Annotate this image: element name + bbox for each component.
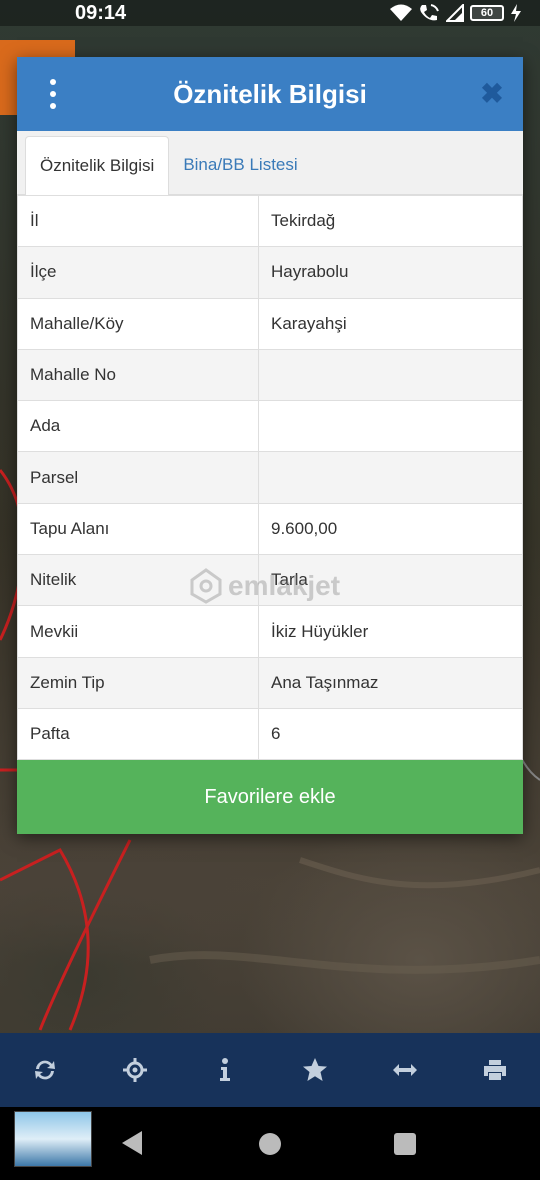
row-key: Pafta	[17, 707, 259, 761]
row-key: Mahalle/Köy	[17, 297, 259, 350]
row-value: Karayahşi	[258, 297, 523, 350]
dialog-header: Öznitelik Bilgisi ✖	[17, 57, 523, 131]
table-row: Tapu Alanı 9.600,00	[17, 502, 523, 556]
battery-icon: 60	[470, 5, 504, 21]
row-key: Ada	[17, 400, 259, 453]
signal-icon	[446, 4, 464, 22]
table-row: İl Tekirdağ	[17, 194, 523, 248]
status-time: 09:14	[75, 1, 127, 24]
attribute-dialog: Öznitelik Bilgisi ✖ Öznitelik Bilgisi Bi…	[17, 57, 523, 834]
row-value: Hayrabolu	[258, 246, 523, 299]
row-value: Tekirdağ	[258, 194, 523, 248]
row-value: İkiz Hüyükler	[258, 605, 523, 658]
wifi-icon	[390, 4, 412, 21]
status-icons: 60	[390, 3, 522, 23]
tab-building-list[interactable]: Bina/BB Listesi	[169, 136, 311, 194]
more-menu-icon[interactable]	[41, 79, 65, 109]
bottom-toolbar	[0, 1033, 540, 1107]
tab-bar: Öznitelik Bilgisi Bina/BB Listesi	[17, 131, 523, 195]
table-row: İlçe Hayrabolu	[17, 246, 523, 299]
row-key: Nitelik	[17, 554, 259, 607]
refresh-icon[interactable]	[20, 1045, 70, 1095]
charging-icon	[511, 4, 521, 22]
table-row: Pafta 6	[17, 707, 523, 761]
row-key: Mevkii	[17, 605, 259, 658]
row-key: İl	[17, 194, 259, 248]
row-value: 9.600,00	[258, 502, 523, 556]
recents-nav-icon[interactable]	[394, 1133, 416, 1155]
row-value	[258, 348, 523, 402]
back-nav-icon[interactable]	[122, 1131, 142, 1155]
row-value	[258, 451, 523, 504]
call-wifi-icon	[420, 4, 439, 21]
star-icon[interactable]	[290, 1045, 340, 1095]
table-row: Mahalle No	[17, 348, 523, 402]
row-key: Zemin Tip	[17, 656, 259, 709]
table-row: Parsel	[17, 451, 523, 504]
table-row: Mahalle/Köy Karayahşi	[17, 297, 523, 350]
attribute-table: İl Tekirdağ İlçe Hayrabolu Mahalle/Köy K…	[17, 194, 523, 761]
row-value: Ana Taşınmaz	[258, 656, 523, 709]
tab-attribute-info[interactable]: Öznitelik Bilgisi	[25, 136, 170, 195]
row-key: Mahalle No	[17, 348, 259, 402]
row-key: İlçe	[17, 246, 259, 299]
row-value: Tarla	[258, 554, 523, 607]
table-row: Zemin Tip Ana Taşınmaz	[17, 656, 523, 709]
row-value	[258, 400, 523, 453]
dialog-title: Öznitelik Bilgisi	[173, 78, 367, 109]
close-icon[interactable]: ✖	[479, 80, 505, 108]
add-favorite-button[interactable]: Favorilere ekle	[17, 760, 523, 834]
table-row: Ada	[17, 400, 523, 453]
print-icon[interactable]	[470, 1045, 520, 1095]
status-bar: 09:14 60	[0, 0, 540, 26]
home-nav-icon[interactable]	[259, 1133, 281, 1155]
info-icon[interactable]	[200, 1045, 250, 1095]
row-key: Parsel	[17, 451, 259, 504]
measure-icon[interactable]	[380, 1045, 430, 1095]
row-key: Tapu Alanı	[17, 502, 259, 556]
recent-app-thumbnail[interactable]	[14, 1111, 92, 1167]
locate-icon[interactable]	[110, 1045, 160, 1095]
table-row: Mevkii İkiz Hüyükler	[17, 605, 523, 658]
table-row: Nitelik Tarla	[17, 554, 523, 607]
row-value: 6	[258, 707, 523, 761]
